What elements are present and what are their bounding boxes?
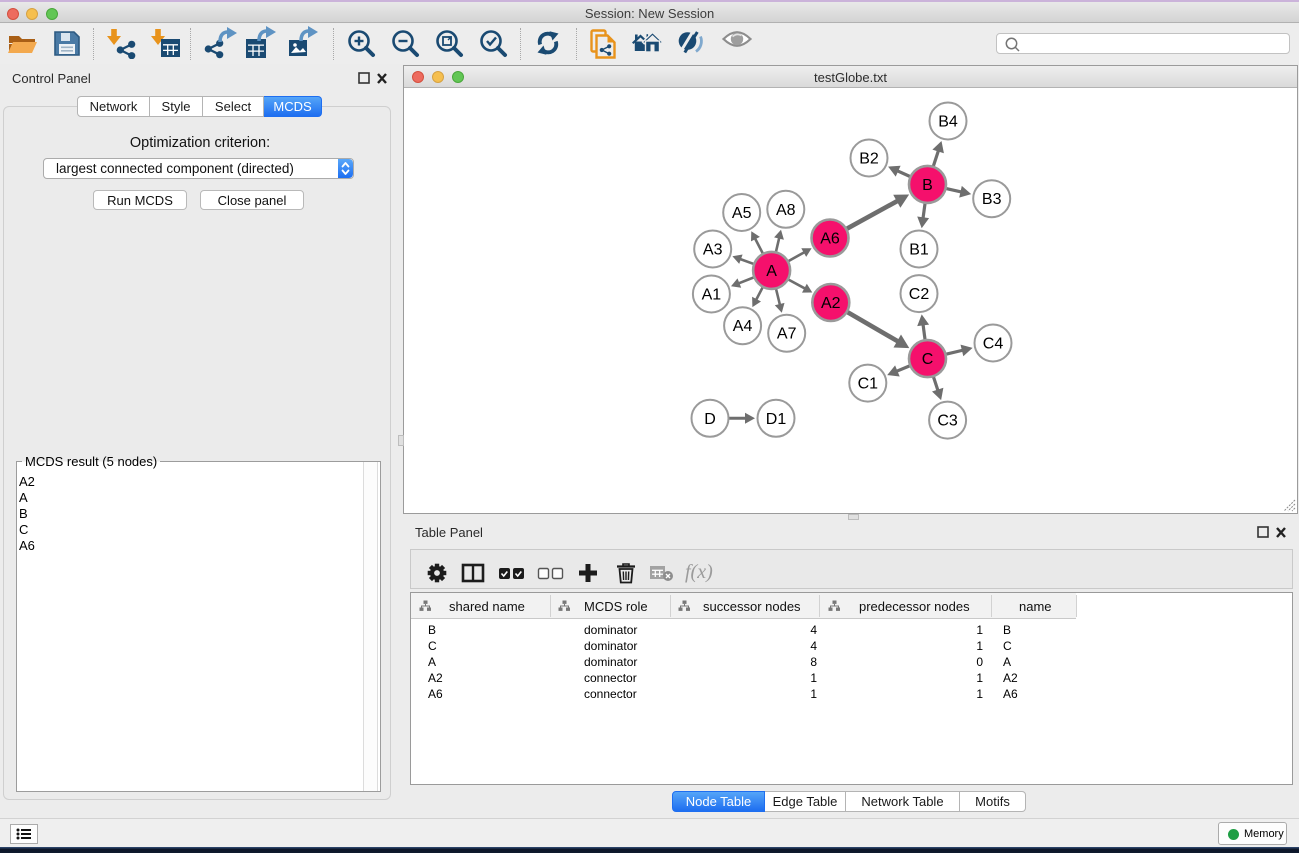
svg-text:A3: A3 [703,242,723,259]
svg-text:C4: C4 [983,336,1004,353]
svg-text:A2: A2 [821,295,841,312]
svg-text:A5: A5 [732,205,752,222]
svg-text:B: B [922,177,933,194]
svg-text:C2: C2 [909,286,930,303]
svg-text:A1: A1 [702,287,722,304]
svg-text:B2: B2 [859,151,879,168]
svg-text:A8: A8 [776,202,796,219]
svg-text:A7: A7 [777,326,797,343]
svg-text:A4: A4 [733,318,753,335]
svg-text:C3: C3 [937,413,958,430]
svg-text:B1: B1 [909,242,929,259]
svg-text:D: D [704,411,716,428]
svg-text:C1: C1 [858,376,879,393]
svg-text:A: A [766,263,777,280]
svg-text:C: C [922,351,934,368]
svg-text:B3: B3 [982,191,1002,208]
svg-text:B4: B4 [938,114,958,131]
svg-text:A6: A6 [820,231,840,248]
svg-text:D1: D1 [766,411,787,428]
